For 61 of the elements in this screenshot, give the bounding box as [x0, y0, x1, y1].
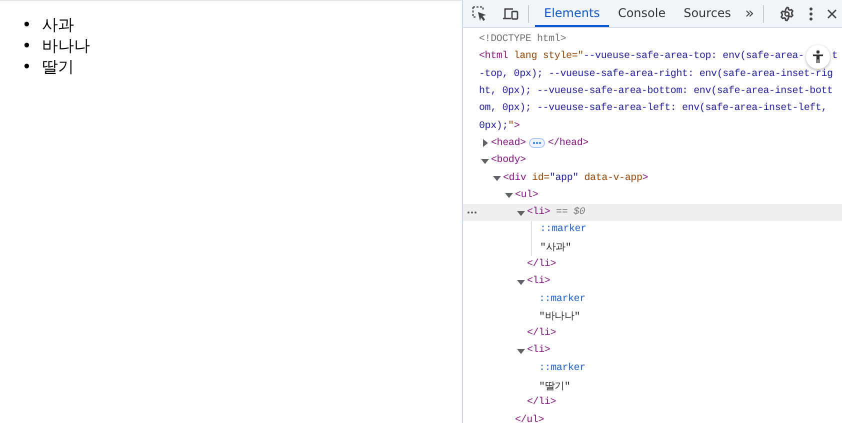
text-node-label: "바나나"	[539, 310, 580, 324]
list-item-label: 바나나	[42, 35, 90, 56]
tag-text: <li>	[527, 276, 550, 288]
selected-node-reference: == $0	[555, 207, 586, 218]
attribute-value: --vueuse-safe-area-top: env(safe-area-	[583, 51, 804, 62]
text-node-label: "사과"	[540, 242, 572, 254]
ellipsis-icon[interactable]	[528, 138, 545, 148]
menu-icon[interactable]	[809, 6, 814, 20]
panel-tab[interactable]: Console	[608, 0, 675, 27]
attribute-value: om, 0px); --vueuse-safe-area-left: env(safe-area-inset-left,	[479, 103, 828, 114]
accessibility-button[interactable]	[806, 44, 830, 69]
tag-text: >	[514, 120, 520, 132]
disclosure-triangle-icon[interactable]	[481, 139, 489, 148]
settings-icon[interactable]	[779, 6, 796, 22]
attribute-text: id=	[531, 172, 550, 184]
disclosure-triangle-icon[interactable]	[517, 208, 525, 217]
disclosure-triangle-icon[interactable]	[481, 156, 489, 165]
tag-text: </li>	[527, 328, 556, 340]
disclosure-triangle-icon[interactable]	[493, 174, 501, 182]
close-icon[interactable]	[827, 8, 838, 18]
attribute-value: t	[832, 51, 838, 62]
more-tabs-button[interactable]: »	[740, 4, 760, 24]
pseudo-element: ::marker	[540, 224, 586, 236]
doctype-text: <!DOCTYPE html>	[479, 34, 566, 46]
tag-text: >	[642, 172, 648, 184]
tag-text: <div	[503, 172, 526, 184]
more-icon[interactable]	[467, 210, 477, 214]
tag-text: </ul>	[515, 414, 544, 423]
panel-tab[interactable]: Elements	[535, 0, 609, 27]
attribute-text: lang style	[512, 51, 572, 62]
device-toolbar-icon[interactable]	[502, 6, 519, 22]
person-icon	[812, 50, 824, 64]
text-node-label: "딸기"	[539, 380, 570, 393]
attribute-value: ht, 0px); --vueuse-safe-area-bottom: env(safe-area-inset-bott	[479, 86, 833, 98]
tag-text: </head>	[548, 138, 588, 149]
attribute-value: 0px);	[479, 120, 508, 132]
tag-text: <body>	[491, 155, 526, 166]
tag-text: <li>	[527, 207, 550, 218]
tag-text: </li>	[527, 259, 556, 270]
bullet: •	[22, 14, 32, 35]
attribute-text: "	[508, 120, 514, 132]
tag-text: <ul>	[515, 190, 538, 201]
tag-text: <li>	[527, 345, 550, 356]
bullet: •	[22, 35, 32, 56]
list-item-label: 사과	[42, 14, 74, 35]
list-item-label: 딸기	[42, 56, 74, 77]
tag-text: </li>	[527, 397, 556, 408]
tag-text: <head>	[491, 138, 526, 149]
pseudo-element: ::marker	[539, 362, 586, 374]
attribute-text: data-v-app	[583, 172, 642, 184]
attribute-value: "app"	[549, 172, 578, 184]
attribute-text: ="	[572, 51, 584, 62]
attribute-value: -top, 0px); --vueuse-safe-area-right: env(safe-area-inset-rig	[479, 68, 833, 80]
disclosure-triangle-icon[interactable]	[517, 346, 525, 355]
pseudo-element: ::marker	[539, 294, 586, 305]
tag-text: <html	[479, 51, 508, 62]
panel-tab[interactable]: Sources	[674, 0, 740, 27]
disclosure-triangle-icon[interactable]	[505, 191, 513, 200]
disclosure-triangle-icon[interactable]	[517, 278, 525, 286]
inspect-icon[interactable]	[472, 6, 488, 22]
bullet: •	[22, 56, 32, 77]
